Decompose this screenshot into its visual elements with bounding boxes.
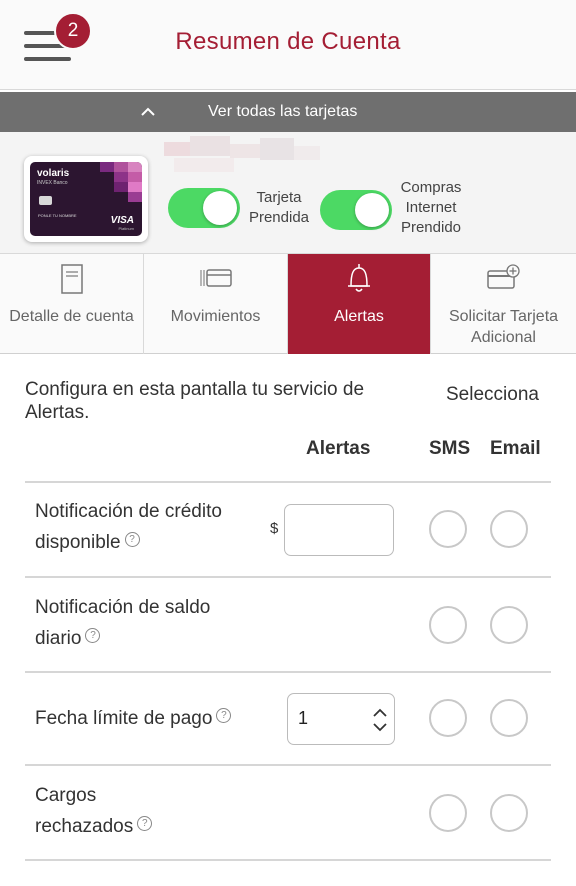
help-icon[interactable]: ? [85,628,101,643]
credit-amount-input[interactable] [284,504,394,556]
tab-movements-label: Movimientos [170,308,261,325]
chevron-up-icon [141,107,155,116]
divider [25,671,551,673]
label-line2: disponible [35,532,121,553]
column-header-sms: SMS [429,438,471,459]
card-holder: PONLE TU NOMBRE [38,213,77,218]
document-icon [60,264,83,294]
card-add-icon [486,264,520,289]
label-line1: Notificación de crédito [35,501,222,522]
due-date-email-radio[interactable] [490,699,528,737]
see-all-cards-button[interactable]: Ver todas las tarjetas [0,92,576,132]
card-thumbnail[interactable]: volaris INVEX Banco PONLE TU NOMBRE VISA… [24,156,148,242]
tab-account-detail[interactable]: Detalle de cuenta [0,254,144,354]
card-on-label: Tarjeta Prendida [248,189,310,226]
bell-icon [348,264,370,292]
help-icon[interactable]: ? [216,708,232,723]
tab-request-additional-card[interactable]: Solicitar Tarjeta Adicional [431,254,576,354]
divider [25,859,551,861]
select-label: Selecciona [446,384,539,405]
divider [25,764,551,766]
divider [25,576,551,578]
internet-purchases-toggle[interactable] [320,190,392,230]
credit-sms-radio[interactable] [429,510,467,548]
daily-balance-email-radio[interactable] [490,606,528,644]
card-tier: Platinum [118,226,134,231]
alert-row-label-credit: Notificación de crédito disponible? [35,496,222,558]
card-on-toggle[interactable] [168,188,240,228]
due-date-stepper[interactable]: 1 [287,693,395,745]
tab-alerts-label: Alertas [334,308,384,325]
app-header: 2 Resumen de Cuenta [0,0,576,90]
page-title: Resumen de Cuenta [175,28,401,55]
see-all-cards-label: Ver todas las tarjetas [208,103,358,120]
tab-account-detail-label: Detalle de cuenta [9,308,134,325]
internet-purchases-label: Compras Internet Prendido [400,179,462,236]
card-bank: INVEX Banco [37,180,68,186]
card-brand: volaris [37,168,70,179]
tab-alerts[interactable]: Alertas [288,254,431,354]
label-line2: diario [35,628,82,649]
label-line1: Cargos [35,785,97,806]
declined-charges-sms-radio[interactable] [429,794,467,832]
visa-logo: VISA [110,215,134,226]
credit-email-radio[interactable] [490,510,528,548]
tab-request-additional-card-label: Solicitar Tarjeta Adicional [448,308,559,346]
cards-stack-icon [199,269,232,287]
due-date-sms-radio[interactable] [429,699,467,737]
help-icon[interactable]: ? [137,816,153,831]
help-icon[interactable]: ? [124,532,140,547]
card-image: volaris INVEX Banco PONLE TU NOMBRE VISA… [30,162,142,236]
alert-row-label-declined-charges: Cargos rechazados? [35,780,153,842]
account-tabs: Detalle de cuenta Movimientos Alertas So… [0,254,576,354]
label-line2: rechazados [35,816,134,837]
declined-charges-email-radio[interactable] [490,794,528,832]
column-header-alerts: Alertas [306,438,371,459]
column-header-email: Email [490,438,541,459]
intro-text: Configura en esta pantalla tu servicio d… [25,379,365,423]
card-summary: volaris INVEX Banco PONLE TU NOMBRE VISA… [0,132,576,254]
chip-icon [39,196,52,205]
alert-row-label-due-date: Fecha límite de pago? [35,703,232,734]
tab-movements[interactable]: Movimientos [144,254,288,354]
daily-balance-sms-radio[interactable] [429,606,467,644]
due-date-value: 1 [298,708,309,728]
label-line1: Fecha límite de pago [35,708,213,729]
masked-card-name [164,136,324,172]
divider [25,481,551,483]
alert-row-label-daily-balance: Notificación de saldo diario? [35,592,210,654]
label-line1: Notificación de saldo [35,597,211,618]
stepper-arrows-icon[interactable] [371,705,389,735]
currency-symbol: $ [270,520,279,537]
